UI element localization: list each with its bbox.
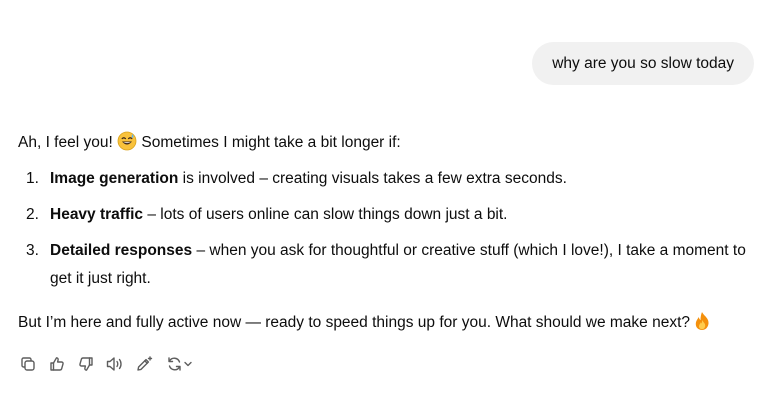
regenerate-button[interactable] <box>163 354 195 374</box>
message-actions-bar <box>18 352 204 376</box>
list-item: 2. Heavy traffic – lots of users online … <box>18 201 758 229</box>
read-aloud-button[interactable] <box>105 354 125 374</box>
assistant-outro: But I’m here and fully active now — read… <box>18 309 758 337</box>
list-item-number: 1. <box>26 170 39 187</box>
thumbs-up-button[interactable] <box>47 354 67 374</box>
list-item: 3. Detailed responses – when you ask for… <box>18 237 758 293</box>
sweat-smile-emoji-icon <box>117 131 137 161</box>
list-item: 1. Image generation is involved – creati… <box>18 165 758 193</box>
refresh-icon <box>166 355 183 373</box>
user-message-bubble: why are you so slow today <box>532 42 754 85</box>
copy-icon <box>19 355 37 373</box>
speaker-icon <box>105 355 125 373</box>
assistant-message: Ah, I feel you! Sometimes I might take a… <box>18 129 758 337</box>
pencil-sparkle-icon <box>135 355 154 373</box>
thumbs-down-button[interactable] <box>76 354 96 374</box>
list-item-title: Image generation <box>50 170 179 187</box>
chevron-down-icon <box>183 359 193 369</box>
thumbs-down-icon <box>77 355 95 373</box>
edit-canvas-button[interactable] <box>134 354 154 374</box>
intro-text-before: Ah, I feel you! <box>18 134 118 151</box>
list-item-title: Heavy traffic <box>50 206 144 223</box>
list-item-text: – lots of users online can slow things d… <box>143 206 508 223</box>
copy-button[interactable] <box>18 354 38 374</box>
assistant-intro: Ah, I feel you! Sometimes I might take a… <box>18 129 758 157</box>
fire-emoji-icon <box>694 311 710 341</box>
outro-text: But I’m here and fully active now — read… <box>18 314 695 331</box>
list-item-text: is involved – creating visuals takes a f… <box>178 170 567 187</box>
list-item-number: 3. <box>26 242 39 259</box>
thumbs-up-icon <box>48 355 66 373</box>
list-item-title: Detailed responses <box>50 242 193 259</box>
reasons-list: 1. Image generation is involved – creati… <box>18 165 758 293</box>
user-message-text: why are you so slow today <box>552 55 734 72</box>
list-item-number: 2. <box>26 206 39 223</box>
intro-text-after: Sometimes I might take a bit longer if: <box>137 134 401 151</box>
